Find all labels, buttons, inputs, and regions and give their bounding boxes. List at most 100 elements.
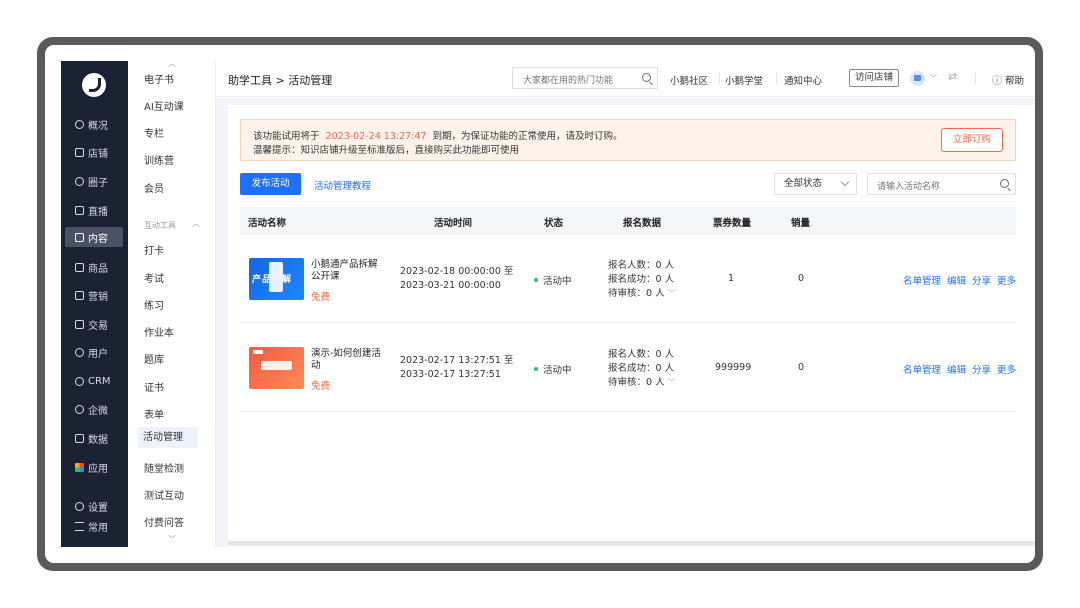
app-logo[interactable] <box>82 73 106 97</box>
nav-item-goods[interactable]: 商品 <box>65 257 123 277</box>
search-icon[interactable] <box>642 73 651 82</box>
chevron-up-icon[interactable]: ︿ <box>192 218 200 229</box>
buy-now-button[interactable]: 立即订购 <box>941 128 1003 152</box>
col-signup: 报名数据 <box>623 218 662 229</box>
status-text: 活动中 <box>543 276 572 287</box>
sub-menu: ︿ 电子书 AI互动课 专栏 训练营 会员 互动工具 ︿ 打卡 考试 练习 作业… <box>128 58 216 547</box>
avatar[interactable] <box>910 71 925 86</box>
activity-title[interactable]: 演示-如何创建活动 <box>311 348 386 372</box>
signup-count: 报名人数：0 人 <box>608 349 675 360</box>
roster-button[interactable]: 名单管理 <box>903 273 941 287</box>
activity-cover-image[interactable] <box>249 258 304 300</box>
switch-icon[interactable]: ⇄ <box>948 70 957 83</box>
submenu-item[interactable]: 训练营 <box>144 152 174 167</box>
nav-label: 商品 <box>88 263 108 275</box>
col-tickets: 票券数量 <box>713 218 752 229</box>
nav-item-overview[interactable]: 概况 <box>65 114 123 134</box>
nav-item-frequent[interactable]: 常用 <box>65 516 123 536</box>
nav-label: 用户 <box>88 348 108 360</box>
global-search[interactable] <box>512 67 658 91</box>
more-button[interactable]: 更多 <box>997 362 1016 376</box>
notice-line-1: 该功能试用将于 2023-02-24 13:27:47 到期，为保证功能的正常使… <box>253 128 623 142</box>
share-button[interactable]: 分享 <box>972 273 991 287</box>
nav-item-wecom[interactable]: 企微 <box>65 399 123 419</box>
submenu-item[interactable]: 题库 <box>144 351 164 366</box>
chevron-down-icon[interactable]: ﹀ <box>668 289 676 298</box>
submenu-item[interactable]: 专栏 <box>144 125 164 140</box>
status-badge: 活动中 <box>534 273 572 287</box>
visit-store-button[interactable]: 访问店铺 <box>849 69 900 87</box>
submenu-item[interactable]: 打卡 <box>144 242 164 257</box>
submenu-item[interactable]: 随堂检测 <box>144 460 184 475</box>
nav-label: 内容 <box>88 233 108 245</box>
apps-icon <box>75 462 84 472</box>
edit-button[interactable]: 编辑 <box>947 362 966 376</box>
nav-item-content[interactable]: 内容 <box>65 227 123 247</box>
pending-review[interactable]: 待审核：0 人 ﹀ <box>608 376 676 390</box>
more-button[interactable]: 更多 <box>997 273 1016 287</box>
share-button[interactable]: 分享 <box>972 362 991 376</box>
nav-item-circle[interactable]: 圈子 <box>65 171 123 191</box>
activity-price: 免费 <box>311 292 331 303</box>
activity-cover-image[interactable] <box>249 347 304 389</box>
submenu-item[interactable]: 表单 <box>144 406 164 421</box>
crm-icon <box>75 376 84 386</box>
sales-count: 0 <box>798 362 805 373</box>
nav-label: 店铺 <box>88 148 108 160</box>
activity-time: 2023-02-18 00:00:00 至 2023-03-21 00:00:00 <box>400 265 513 293</box>
link-academy[interactable]: 小鹅学堂 <box>725 73 763 87</box>
submenu-group-label[interactable]: 互动工具 <box>144 220 176 231</box>
submenu-item-active[interactable]: 活动管理 <box>138 427 198 448</box>
global-search-input[interactable] <box>513 71 631 91</box>
chevron-down-icon[interactable]: ﹀ <box>168 534 176 545</box>
chevron-down-icon[interactable]: ﹀ <box>668 378 676 387</box>
submenu-item[interactable]: 证书 <box>144 379 164 394</box>
pending-review[interactable]: 待审核：0 人 ﹀ <box>608 287 676 301</box>
notice-line-2: 温馨提示：知识店铺升级至标准版后，直接购买此功能即可使用 <box>253 145 520 156</box>
tutorial-link[interactable]: 活动管理教程 <box>314 178 371 192</box>
submenu-item[interactable]: 练习 <box>144 297 164 312</box>
submenu-item[interactable]: 作业本 <box>144 324 174 339</box>
nav-item-user[interactable]: 用户 <box>65 342 123 362</box>
activity-name-input[interactable] <box>868 177 988 197</box>
notice-text: 到期，为保证功能的正常使用，请及时订购。 <box>432 131 623 142</box>
nav-item-marketing[interactable]: 营销 <box>65 285 123 305</box>
nav-item-apps[interactable]: 应用 <box>65 457 123 477</box>
ticket-count: 1 <box>728 273 735 284</box>
submenu-item[interactable]: AI互动课 <box>144 98 184 113</box>
nav-item-store[interactable]: 店铺 <box>65 142 123 162</box>
col-name: 活动名称 <box>248 218 287 229</box>
nav-item-live[interactable]: 直播 <box>65 200 123 220</box>
row-actions: 名单管理 编辑 分享 更多 <box>903 273 1016 287</box>
pending-text: 待审核：0 人 <box>608 288 665 299</box>
search-icon[interactable] <box>1000 179 1009 188</box>
status-select[interactable]: 全部状态 <box>774 173 857 195</box>
activity-search[interactable] <box>867 173 1016 197</box>
content-icon <box>75 232 84 242</box>
roster-button[interactable]: 名单管理 <box>903 362 941 376</box>
nav-item-trade[interactable]: 交易 <box>65 314 123 334</box>
status-dot <box>534 367 538 371</box>
help-icon[interactable]: ⓘ <box>992 72 1002 87</box>
submenu-item[interactable]: 考试 <box>144 270 164 285</box>
submenu-item[interactable]: 测试互动 <box>144 487 184 502</box>
nav-item-settings[interactable]: 设置 <box>65 496 123 516</box>
link-notification[interactable]: 通知中心 <box>784 73 822 87</box>
content-area: 该功能试用将于 2023-02-24 13:27:47 到期，为保证功能的正常使… <box>216 98 1035 547</box>
nav-label: 圈子 <box>88 177 108 189</box>
chevron-up-icon[interactable]: ︿ <box>168 58 176 69</box>
nav-item-data[interactable]: 数据 <box>65 428 123 448</box>
link-help[interactable]: 帮助 <box>1005 73 1024 87</box>
table-row: 小鹅通产品拆解公开课 免费 2023-02-18 00:00:00 至2023-… <box>240 235 1016 323</box>
edit-button[interactable]: 编辑 <box>947 273 966 287</box>
submenu-item[interactable]: 会员 <box>144 180 164 195</box>
nav-item-crm[interactable]: CRM <box>65 371 123 391</box>
publish-activity-button[interactable]: 发布活动 <box>240 173 301 195</box>
submenu-item[interactable]: 电子书 <box>144 71 174 86</box>
submenu-item[interactable]: 付费问答 <box>144 514 184 529</box>
chevron-down-icon[interactable]: ﹀ <box>929 73 937 84</box>
link-community[interactable]: 小鹅社区 <box>670 73 708 87</box>
activity-title[interactable]: 小鹅通产品拆解公开课 <box>311 259 386 283</box>
notice-text: 该功能试用将于 <box>253 131 320 142</box>
horizontal-scrollbar[interactable] <box>228 541 1035 545</box>
